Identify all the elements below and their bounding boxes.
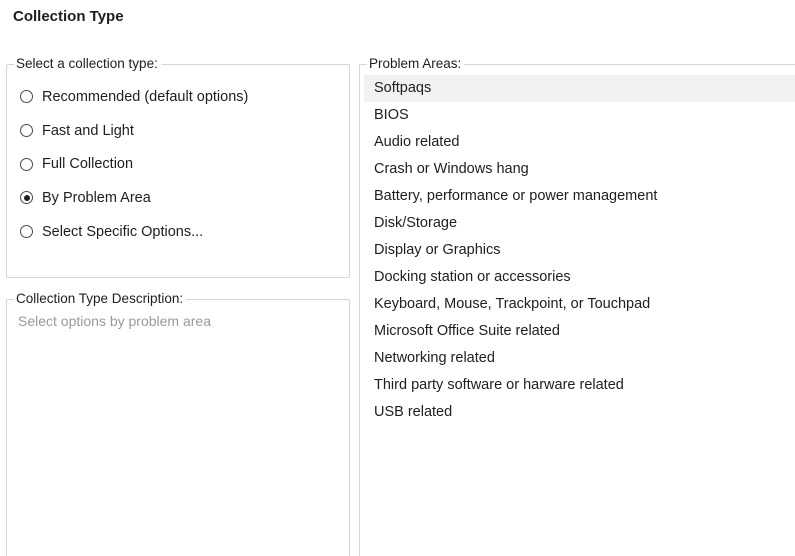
problem-area-item-disk-storage[interactable]: Disk/Storage — [364, 210, 795, 237]
radio-button-selected-icon[interactable] — [20, 191, 33, 205]
problem-area-item-bios[interactable]: BIOS — [364, 102, 795, 129]
problem-area-item-battery[interactable]: Battery, performance or power management — [364, 183, 795, 210]
problem-area-item-third-party[interactable]: Third party software or harware related — [364, 372, 795, 399]
collection-description-legend: Collection Type Description: — [14, 291, 187, 307]
problem-area-item-display[interactable]: Display or Graphics — [364, 237, 795, 264]
radio-button-icon[interactable] — [20, 90, 33, 104]
collection-type-page: Collection Type Select a collection type… — [0, 0, 795, 556]
problem-area-item-office[interactable]: Microsoft Office Suite related — [364, 318, 795, 345]
collection-type-radio-group: Recommended (default options) Fast and L… — [20, 80, 248, 248]
radio-label[interactable]: Full Collection — [42, 156, 133, 172]
problem-area-item-audio[interactable]: Audio related — [364, 129, 795, 156]
radio-option-full-collection[interactable]: Full Collection — [20, 147, 248, 181]
radio-button-icon[interactable] — [20, 124, 33, 138]
problem-area-item-docking[interactable]: Docking station or accessories — [364, 264, 795, 291]
radio-label[interactable]: Fast and Light — [42, 123, 134, 139]
collection-description-group: Collection Type Description: Select opti… — [6, 291, 350, 556]
radio-option-select-specific[interactable]: Select Specific Options... — [20, 215, 248, 249]
radio-label[interactable]: By Problem Area — [42, 190, 151, 206]
problem-areas-list: Softpaqs BIOS Audio related Crash or Win… — [364, 75, 795, 426]
problem-area-item-keyboard-mouse[interactable]: Keyboard, Mouse, Trackpoint, or Touchpad — [364, 291, 795, 318]
collection-type-legend: Select a collection type: — [14, 56, 161, 72]
radio-button-icon[interactable] — [20, 157, 33, 171]
radio-button-icon[interactable] — [20, 225, 33, 239]
problem-area-item-usb[interactable]: USB related — [364, 399, 795, 426]
problem-area-item-crash[interactable]: Crash or Windows hang — [364, 156, 795, 183]
radio-option-by-problem-area[interactable]: By Problem Area — [20, 181, 248, 215]
problem-areas-legend: Problem Areas: — [367, 56, 465, 72]
problem-areas-group: Problem Areas: Softpaqs BIOS Audio relat… — [359, 56, 795, 556]
problem-area-item-softpaqs[interactable]: Softpaqs — [364, 75, 795, 102]
page-title: Collection Type — [13, 8, 124, 25]
collection-type-group: Select a collection type: Recommended (d… — [6, 56, 350, 278]
collection-description-text: Select options by problem area — [18, 313, 211, 329]
radio-label[interactable]: Recommended (default options) — [42, 89, 248, 105]
radio-option-recommended[interactable]: Recommended (default options) — [20, 80, 248, 114]
radio-option-fast-and-light[interactable]: Fast and Light — [20, 114, 248, 148]
problem-area-item-networking[interactable]: Networking related — [364, 345, 795, 372]
radio-label[interactable]: Select Specific Options... — [42, 224, 203, 240]
